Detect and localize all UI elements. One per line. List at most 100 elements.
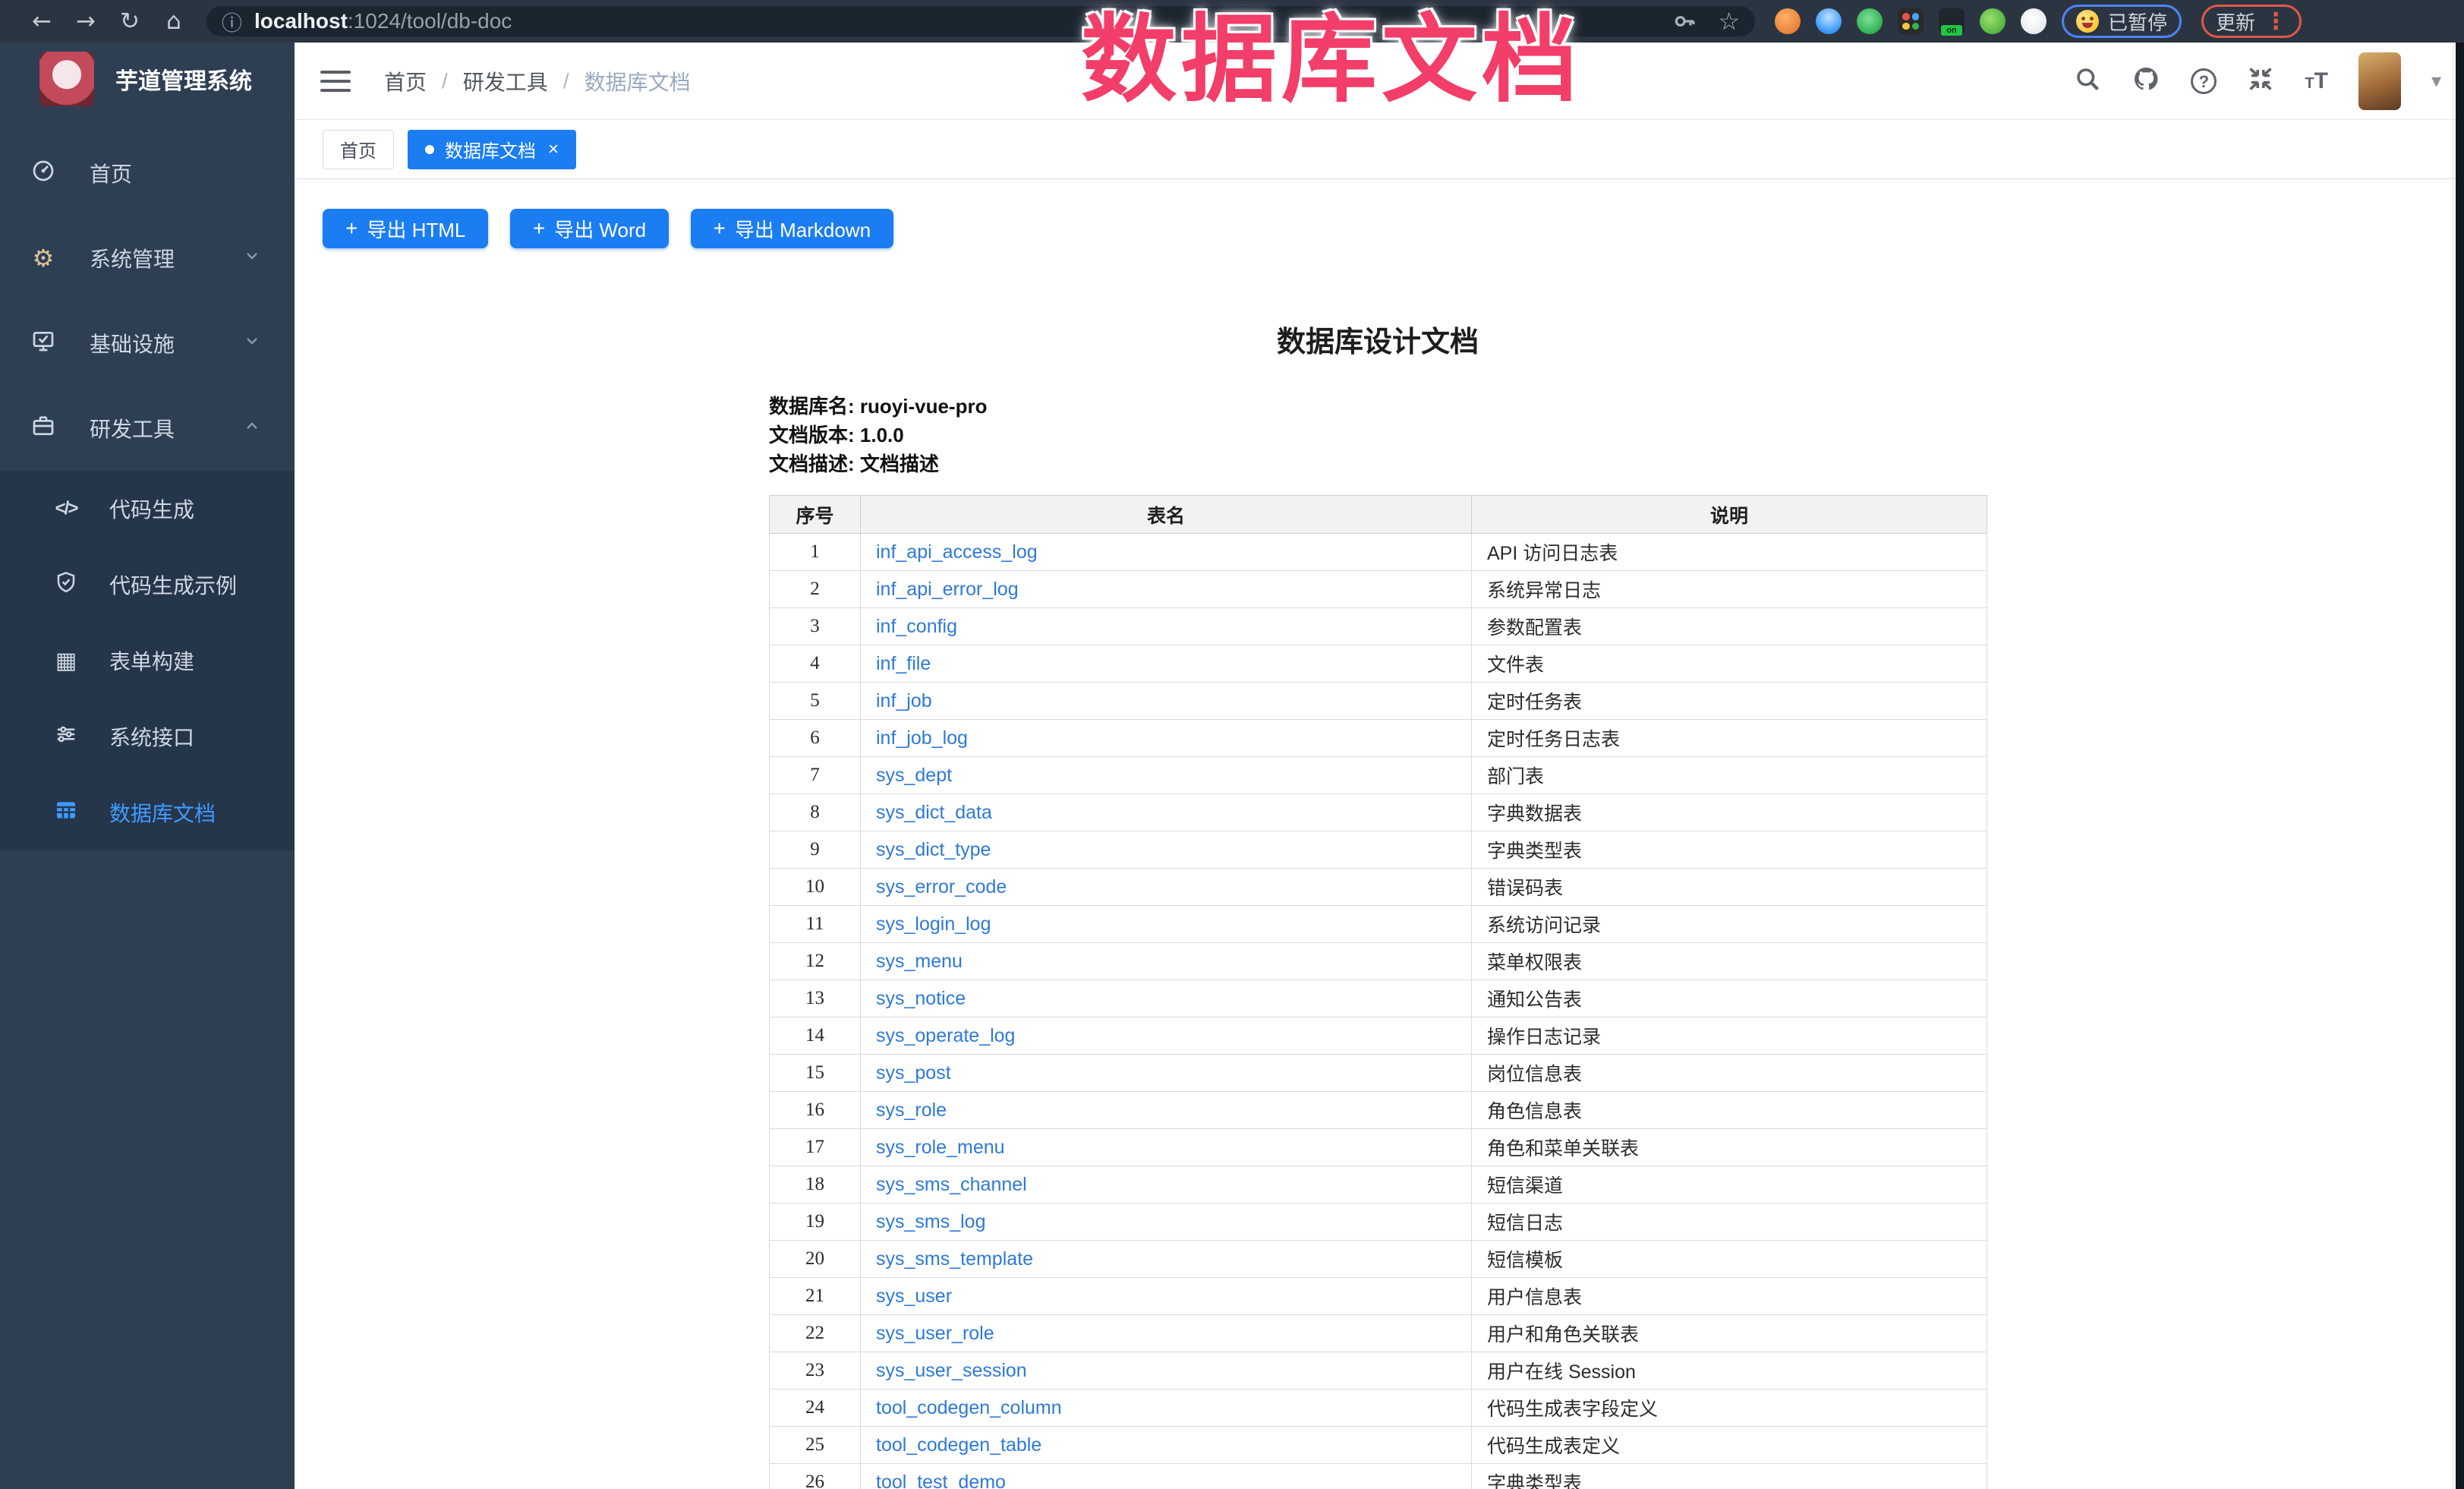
table-link[interactable]: tool_codegen_column	[876, 1397, 1062, 1418]
table-link[interactable]: sys_menu	[876, 951, 963, 972]
sidebar-item-system[interactable]: ⚙ 系统管理	[0, 216, 295, 301]
export-markdown-button[interactable]: + 导出 Markdown	[691, 209, 894, 248]
dashboard-icon	[30, 159, 56, 188]
table-link[interactable]: tool_test_demo	[876, 1472, 1006, 1489]
sidebar-item-codegen[interactable]: </> 代码生成	[0, 471, 295, 547]
table-link[interactable]: sys_sms_channel	[876, 1174, 1027, 1195]
export-html-button[interactable]: + 导出 HTML	[323, 209, 488, 248]
plus-icon: +	[533, 216, 545, 241]
table-link[interactable]: inf_file	[876, 653, 931, 674]
table-row: 5 inf_job 定时任务表	[770, 683, 1987, 720]
address-bar[interactable]: ⓘ localhost:1024/tool/db-doc ☆	[206, 6, 1755, 36]
export-toolbar: + 导出 HTML + 导出 Word + 导出 Markdown	[295, 179, 2464, 248]
site-info-icon[interactable]: ⓘ	[222, 7, 242, 36]
database-doc: 数据库设计文档 数据库名: ruoyi-vue-pro 文档版本: 1.0.0 …	[769, 318, 1987, 1489]
app-logo	[39, 52, 94, 106]
help-icon[interactable]: ?	[2191, 68, 2217, 94]
bookmark-star-icon[interactable]: ☆	[1718, 7, 1740, 36]
back-icon[interactable]: ←	[20, 8, 64, 35]
sidebar-item-db-doc[interactable]: 数据库文档	[0, 774, 295, 850]
table-link[interactable]: sys_dict_type	[876, 839, 991, 860]
table-link[interactable]: tool_codegen_table	[876, 1434, 1041, 1456]
form-grid-icon: ▦	[53, 648, 79, 674]
table-row: 10 sys_error_code 错误码表	[770, 869, 1987, 906]
table-link[interactable]: sys_user_role	[876, 1323, 994, 1344]
table-row: 7 sys_dept 部门表	[770, 757, 1987, 794]
table-row: 19 sys_sms_log 短信日志	[770, 1204, 1987, 1241]
table-link[interactable]: sys_post	[876, 1062, 951, 1084]
export-word-button[interactable]: + 导出 Word	[510, 209, 669, 248]
doc-meta-version: 文档版本: 1.0.0	[769, 421, 1987, 450]
browser-update-pill[interactable]: 更新 ⋮	[2201, 5, 2302, 38]
table-link[interactable]: sys_notice	[876, 988, 966, 1009]
table-link[interactable]: inf_config	[876, 616, 957, 637]
table-link[interactable]: sys_role_menu	[876, 1137, 1005, 1158]
tag-db-doc[interactable]: 数据库文档 ×	[408, 130, 576, 169]
sidebar-item-form-builder[interactable]: ▦ 表单构建	[0, 623, 295, 699]
browser-toolbar: ← → ↻ ⌂ ⓘ localhost:1024/tool/db-doc ☆ o…	[0, 0, 2464, 43]
table-link[interactable]: inf_job	[876, 690, 932, 711]
table-link[interactable]: sys_sms_template	[876, 1248, 1033, 1270]
sidebar-collapse-icon[interactable]	[320, 65, 351, 98]
tag-home[interactable]: 首页	[323, 130, 394, 169]
update-label: 更新	[2216, 8, 2255, 36]
breadcrumb-home[interactable]: 首页	[384, 66, 427, 96]
table-row: 8 sys_dict_data 字典数据表	[770, 794, 1987, 831]
table-link[interactable]: inf_job_log	[876, 727, 968, 749]
table-link[interactable]: sys_dict_data	[876, 802, 992, 823]
home-icon[interactable]: ⌂	[152, 8, 196, 35]
table-row: 14 sys_operate_log 操作日志记录	[770, 1017, 1987, 1055]
breadcrumb: 首页 / 研发工具 / 数据库文档	[384, 66, 691, 96]
table-link[interactable]: sys_dept	[876, 765, 952, 786]
extension-on-badge-icon[interactable]: on	[1939, 8, 1965, 34]
table-link[interactable]: sys_operate_log	[876, 1025, 1015, 1046]
table-row: 9 sys_dict_type 字典类型表	[770, 831, 1987, 869]
extension-check-icon[interactable]	[1857, 8, 1883, 34]
table-link[interactable]: inf_api_error_log	[876, 579, 1019, 600]
password-key-icon[interactable]	[1672, 9, 1697, 33]
fullscreen-icon[interactable]	[2247, 65, 2274, 96]
search-icon[interactable]	[2074, 65, 2101, 96]
caret-down-icon[interactable]: ▾	[2431, 70, 2441, 93]
top-navbar: 首页 / 研发工具 / 数据库文档 ? TT ▾	[295, 43, 2464, 120]
forward-icon[interactable]: →	[64, 8, 108, 35]
table-row: 18 sys_sms_channel 短信渠道	[770, 1166, 1987, 1204]
table-link[interactable]: sys_sms_log	[876, 1211, 986, 1232]
table-link[interactable]: sys_user	[876, 1286, 952, 1307]
sidebar-item-infra[interactable]: 基础设施	[0, 301, 295, 386]
extension-grid-icon[interactable]	[1898, 8, 1924, 34]
extension-puzzle-icon[interactable]	[2021, 8, 2047, 34]
table-row: 20 sys_sms_template 短信模板	[770, 1241, 1987, 1278]
table-row: 4 inf_file 文件表	[770, 645, 1987, 683]
app-logo-row[interactable]: 芋道管理系统	[0, 43, 295, 115]
text-size-icon[interactable]: TT	[2305, 68, 2328, 94]
sidebar-item-devtools[interactable]: 研发工具	[0, 386, 295, 471]
table-link[interactable]: sys_error_code	[876, 876, 1007, 898]
close-icon[interactable]: ×	[548, 139, 559, 160]
avatar[interactable]	[2358, 52, 2401, 110]
extension-icon[interactable]	[1775, 8, 1801, 34]
page-content: + 导出 HTML + 导出 Word + 导出 Markdown 数据库设计文…	[295, 179, 2464, 1489]
breadcrumb-devtools[interactable]: 研发工具	[463, 66, 548, 96]
extension-leaf-icon[interactable]	[1980, 8, 2006, 34]
table-link[interactable]: sys_user_session	[876, 1360, 1027, 1381]
paused-extension-pill[interactable]: 已暂停	[2062, 5, 2182, 38]
sidebar-item-home[interactable]: 首页	[0, 131, 295, 216]
github-icon[interactable]	[2132, 65, 2160, 97]
extension-pin-icon[interactable]	[1816, 8, 1842, 34]
table-link[interactable]: sys_role	[876, 1099, 947, 1121]
table-row: 2 inf_api_error_log 系统异常日志	[770, 571, 1987, 608]
col-header-desc: 说明	[1472, 496, 1987, 534]
table-link[interactable]: inf_api_access_log	[876, 541, 1038, 563]
table-row: 6 inf_job_log 定时任务日志表	[770, 720, 1987, 757]
table-row: 13 sys_notice 通知公告表	[770, 980, 1987, 1017]
browser-menu-icon[interactable]: ⋮	[2264, 8, 2287, 35]
sidebar: 芋道管理系统 首页 ⚙ 系统管理 基础设施	[0, 43, 295, 1489]
chevron-down-icon	[243, 246, 261, 270]
table-link[interactable]: sys_login_log	[876, 913, 991, 935]
sidebar-item-api[interactable]: 系统接口	[0, 699, 295, 774]
sidebar-item-codegen-demo[interactable]: 代码生成示例	[0, 547, 295, 623]
table-row: 23 sys_user_session 用户在线 Session	[770, 1352, 1987, 1390]
reload-icon[interactable]: ↻	[108, 8, 152, 35]
url-text: localhost:1024/tool/db-doc	[254, 9, 512, 33]
